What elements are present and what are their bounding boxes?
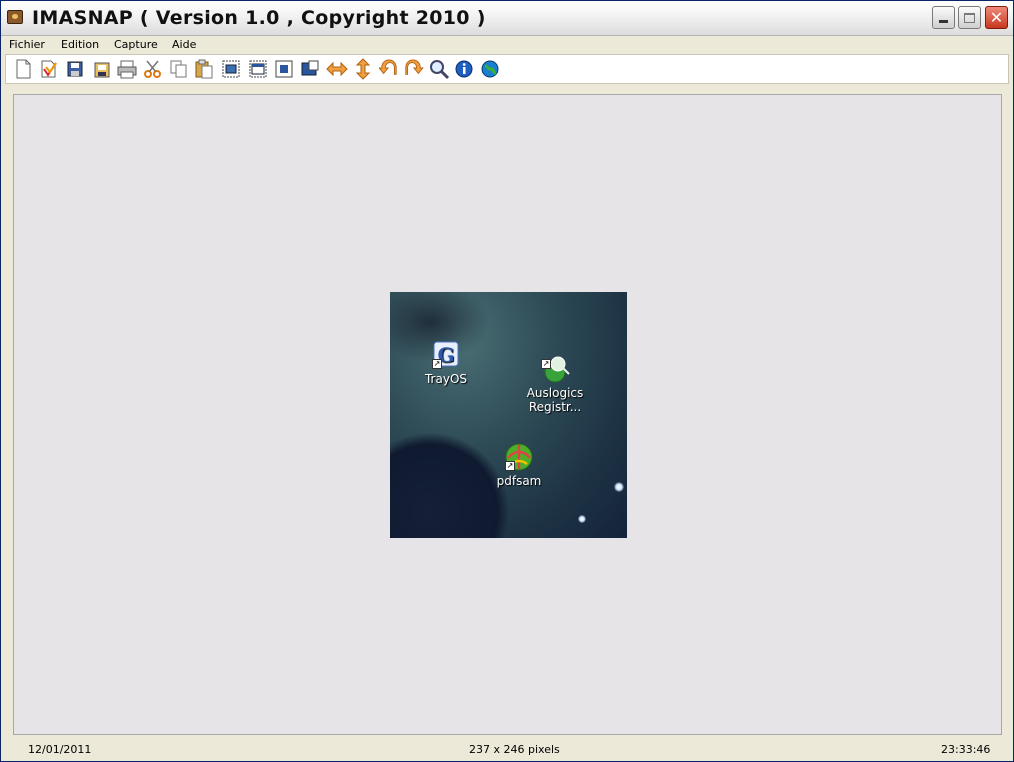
zoom-icon[interactable] <box>428 58 450 80</box>
menu-capture[interactable]: Capture <box>114 38 158 51</box>
capture-window-icon[interactable] <box>247 58 269 80</box>
auslogics-icon: ↗ <box>540 340 570 383</box>
cut-icon[interactable] <box>142 58 164 80</box>
flip-horizontal-icon[interactable] <box>326 58 348 80</box>
menu-bar: Fichier Edition Capture Aide <box>1 36 1013 54</box>
icon-label: TrayOS <box>424 372 468 386</box>
maximize-button[interactable] <box>958 6 981 29</box>
trayos-icon: G ↗ <box>431 340 461 370</box>
status-image-size: 237 x 246 pixels <box>469 743 560 756</box>
info-icon[interactable] <box>453 58 475 80</box>
icon-label: Auslogics Registr... <box>526 386 584 414</box>
save-icon[interactable] <box>64 58 86 80</box>
close-icon: ✕ <box>989 7 1004 27</box>
shortcut-arrow-icon: ↗ <box>505 461 515 471</box>
rotate-right-icon[interactable] <box>403 58 425 80</box>
app-window: IMASNAP ( Version 1.0 , Copyright 2010 )… <box>0 0 1014 762</box>
minimize-button[interactable] <box>932 6 955 29</box>
new-doc-icon[interactable] <box>12 58 34 80</box>
copy-icon[interactable] <box>168 58 190 80</box>
menu-fichier[interactable]: Fichier <box>9 38 45 51</box>
print-icon[interactable] <box>116 58 138 80</box>
toolbar <box>5 54 1009 84</box>
window-title: IMASNAP ( Version 1.0 , Copyright 2010 ) <box>32 7 486 29</box>
image-canvas[interactable]: G ↗ TrayOS ↗ Auslogics Registr... ↗ pdfs… <box>13 94 1002 735</box>
open-icon[interactable] <box>38 58 60 80</box>
light-spot <box>578 515 586 523</box>
status-bar: 12/01/2011 237 x 246 pixels 23:33:46 <box>1 739 1013 761</box>
flip-vertical-icon[interactable] <box>352 58 374 80</box>
shortcut-arrow-icon: ↗ <box>432 359 442 369</box>
menu-aide[interactable]: Aide <box>172 38 196 51</box>
pdfsam-icon: ↗ <box>504 442 534 472</box>
minimize-icon <box>939 20 948 23</box>
desktop-icon-pdfsam: ↗ pdfsam <box>491 442 547 488</box>
paste-icon[interactable] <box>193 58 215 80</box>
capture-object-icon[interactable] <box>299 58 321 80</box>
status-time: 23:33:46 <box>941 743 991 756</box>
maximize-icon <box>964 12 975 23</box>
save-as-icon[interactable] <box>91 58 113 80</box>
capture-area-icon[interactable] <box>273 58 295 80</box>
close-button[interactable]: ✕ <box>985 6 1008 29</box>
capture-screen-icon[interactable] <box>220 58 242 80</box>
status-date: 12/01/2011 <box>28 743 92 756</box>
icon-label: pdfsam <box>496 474 542 488</box>
title-bar[interactable]: IMASNAP ( Version 1.0 , Copyright 2010 )… <box>1 1 1013 36</box>
web-icon[interactable] <box>479 58 501 80</box>
desktop-icon-trayos: G ↗ TrayOS <box>418 340 474 386</box>
shortcut-arrow-icon: ↗ <box>541 359 551 369</box>
rotate-left-icon[interactable] <box>378 58 400 80</box>
captured-image[interactable]: G ↗ TrayOS ↗ Auslogics Registr... ↗ pdfs… <box>390 292 627 538</box>
desktop-icon-auslogics: ↗ Auslogics Registr... <box>521 326 589 414</box>
app-icon[interactable] <box>7 10 23 24</box>
menu-edition[interactable]: Edition <box>61 38 99 51</box>
light-spot <box>614 482 624 492</box>
